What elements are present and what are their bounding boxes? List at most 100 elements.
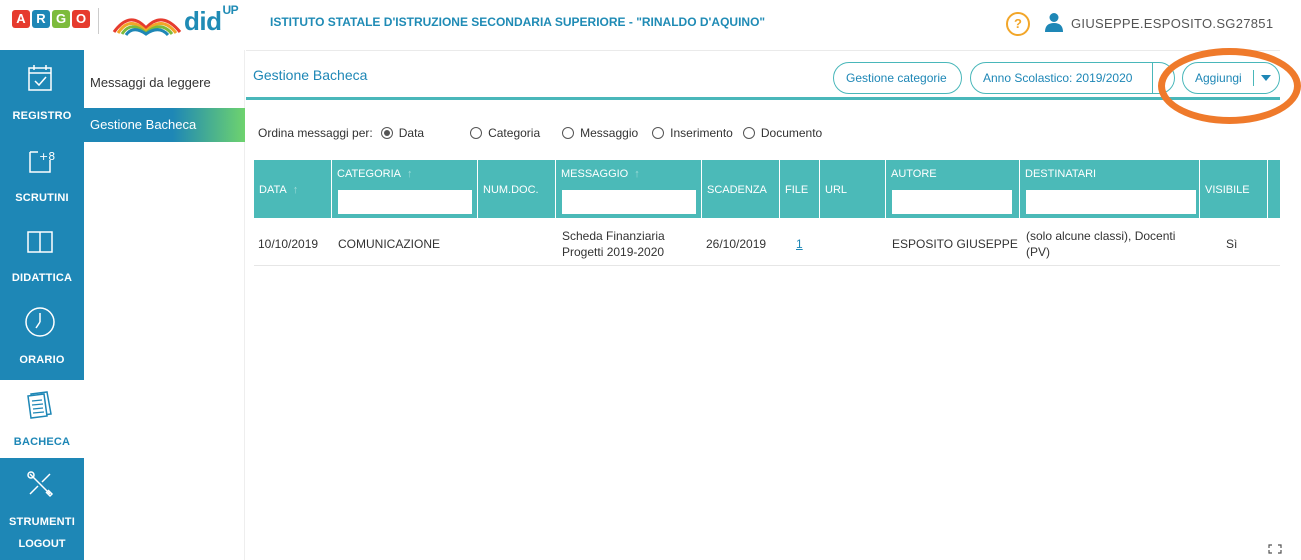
split-divider — [1253, 70, 1254, 86]
help-button[interactable]: ? — [1006, 12, 1030, 36]
column-messaggio[interactable]: MESSAGGIO ↑ — [556, 160, 702, 218]
table-row[interactable]: 10/10/2019 COMUNICAZIONE Scheda Finanzia… — [254, 222, 1280, 266]
page-header: Gestione Bacheca Gestione categorie Anno… — [246, 50, 1280, 100]
column-label: AUTORE — [891, 168, 937, 180]
argo-logo: A R G O — [12, 10, 90, 28]
sidebar-item-didattica[interactable]: DIDATTICA — [0, 216, 84, 294]
sort-arrow-icon: ↑ — [292, 184, 299, 196]
column-label: DESTINATARI — [1025, 168, 1097, 180]
sidebar-item-registro[interactable]: REGISTRO — [0, 54, 84, 132]
column-autore[interactable]: AUTORE — [886, 160, 1020, 218]
sidebar-item-scrutini[interactable]: +8 SCRUTINI — [0, 136, 84, 214]
caret-down-icon[interactable] — [1261, 75, 1271, 81]
destinatari-filter-input[interactable] — [1026, 190, 1196, 214]
radio-icon — [742, 127, 755, 139]
cell-messaggio: Scheda Finanziaria Progetti 2019-2020 — [562, 222, 702, 266]
radio-icon — [652, 127, 665, 139]
app-name: didUP — [184, 3, 239, 37]
anno-scolastico-select[interactable]: Anno Scolastico: 2019/2020 — [970, 62, 1175, 94]
autore-filter-input[interactable] — [892, 190, 1012, 214]
sidebar-item-label: BACHECA — [13, 436, 71, 448]
argo-letter: G — [52, 10, 70, 28]
column-file[interactable]: FILE — [780, 160, 820, 218]
destinatari-line: (solo alcune classi), Docenti — [1026, 229, 1176, 243]
radio-checked-icon — [380, 127, 393, 139]
option-label: Inserimento — [670, 126, 733, 140]
column-label: VISIBILE — [1205, 184, 1250, 196]
header-divider — [98, 8, 99, 34]
fullscreen-icon[interactable] — [1268, 544, 1282, 554]
aggiungi-button[interactable]: Aggiungi — [1182, 62, 1280, 94]
order-option-messaggio[interactable]: Messaggio — [562, 126, 638, 140]
column-scadenza[interactable]: SCADENZA — [702, 160, 780, 218]
submenu: Messaggi da leggere Gestione Bacheca — [84, 50, 245, 560]
argo-letter: A — [12, 10, 30, 28]
anno-scolastico-label: Anno Scolastico: 2019/2020 — [983, 71, 1133, 85]
radio-icon — [470, 127, 483, 139]
messaggio-filter-input[interactable] — [562, 190, 696, 214]
cell-url — [826, 222, 886, 266]
sidebar-item-label: DIDATTICA — [11, 272, 73, 284]
username[interactable]: GIUSEPPE.ESPOSITO.SG27851 — [1071, 16, 1273, 31]
column-label: SCADENZA — [707, 184, 767, 196]
sidebar-item-orario[interactable]: ORARIO — [0, 298, 84, 376]
option-label: Messaggio — [580, 126, 639, 140]
sidebar-item-bacheca[interactable]: BACHECA — [0, 380, 84, 458]
cell-autore: ESPOSITO GIUSEPPE — [892, 237, 1018, 251]
option-label: Documento — [760, 126, 823, 140]
order-option-categoria[interactable]: Categoria — [470, 126, 540, 140]
notice-board-icon — [27, 391, 52, 419]
order-option-inserimento[interactable]: Inserimento — [652, 126, 733, 140]
argo-letter: O — [72, 10, 90, 28]
page-title: Gestione Bacheca — [253, 67, 368, 83]
column-label: FILE — [785, 184, 809, 196]
tools-icon — [27, 471, 54, 498]
chevron-down-icon — [1152, 63, 1176, 93]
user-icon[interactable] — [1044, 12, 1064, 32]
cell-categoria: COMUNICAZIONE — [338, 237, 440, 251]
column-label: NUM.DOC. — [483, 184, 539, 196]
column-label: URL — [825, 184, 848, 196]
top-bar: A R G O didUP ISTITUTO STATALE D'ISTRUZI… — [0, 0, 1301, 50]
categoria-filter-input[interactable] — [338, 190, 472, 214]
main-content: Gestione Bacheca Gestione categorie Anno… — [246, 48, 1301, 560]
logout-button[interactable]: LOGOUT — [0, 538, 84, 550]
cell-visibile: Sì — [1226, 237, 1238, 251]
order-options: Ordina messaggi per: Data Categoria Mess… — [258, 126, 822, 140]
radio-icon — [562, 127, 575, 139]
svg-text:+8: +8 — [39, 150, 55, 163]
cell-scadenza: 26/10/2019 — [706, 237, 767, 251]
table-header: DATA ↑ CATEGORIA ↑ NUM.DOC. MESSAGGIO ↑ SCA… — [254, 160, 1280, 218]
sidebar-item-strumenti[interactable]: STRUMENTI — [0, 460, 84, 538]
submenu-item-messaggi[interactable]: Messaggi da leggere — [84, 66, 245, 100]
column-visibile[interactable]: VISIBILE — [1200, 160, 1268, 218]
column-num-doc[interactable]: NUM.DOC. — [478, 160, 556, 218]
order-option-documento[interactable]: Documento — [742, 126, 823, 140]
sidebar-item-label: SCRUTINI — [15, 192, 69, 204]
destinatari-line: (PV) — [1026, 245, 1050, 259]
order-label: Ordina messaggi per: — [258, 126, 373, 140]
submenu-item-gestione-bacheca[interactable]: Gestione Bacheca — [84, 108, 245, 142]
sidebar: REGISTRO +8 SCRUTINI DIDATTICA ORARIO BA… — [0, 50, 84, 560]
column-categoria[interactable]: CATEGORIA ↑ — [332, 160, 478, 218]
order-option-data[interactable]: Data — [380, 126, 425, 140]
gestione-categorie-label: Gestione categorie — [846, 71, 947, 85]
option-label: Categoria — [488, 126, 541, 140]
messaggio-line: Scheda Finanziaria — [562, 229, 665, 243]
gestione-categorie-button[interactable]: Gestione categorie — [833, 62, 962, 94]
column-label: MESSAGGIO — [561, 168, 629, 180]
column-data[interactable]: DATA ↑ — [254, 160, 332, 218]
sort-arrow-icon: ↑ — [634, 168, 640, 180]
cell-file: 1 — [796, 222, 820, 266]
column-destinatari[interactable]: DESTINATARI — [1020, 160, 1200, 218]
didup-rainbow-logo-icon — [112, 18, 182, 36]
file-link[interactable]: 1 — [796, 237, 803, 251]
cell-num-doc — [484, 222, 556, 266]
column-label: DATA — [259, 184, 287, 196]
column-url[interactable]: URL — [820, 160, 886, 218]
clock-icon — [25, 307, 55, 337]
messaggio-line: Progetti 2019-2020 — [562, 245, 665, 259]
cell-destinatari: (solo alcune classi), Docenti (PV) — [1026, 222, 1200, 266]
school-name: ISTITUTO STATALE D'ISTRUZIONE SECONDARIA… — [270, 15, 766, 29]
option-label: Data — [398, 126, 425, 140]
